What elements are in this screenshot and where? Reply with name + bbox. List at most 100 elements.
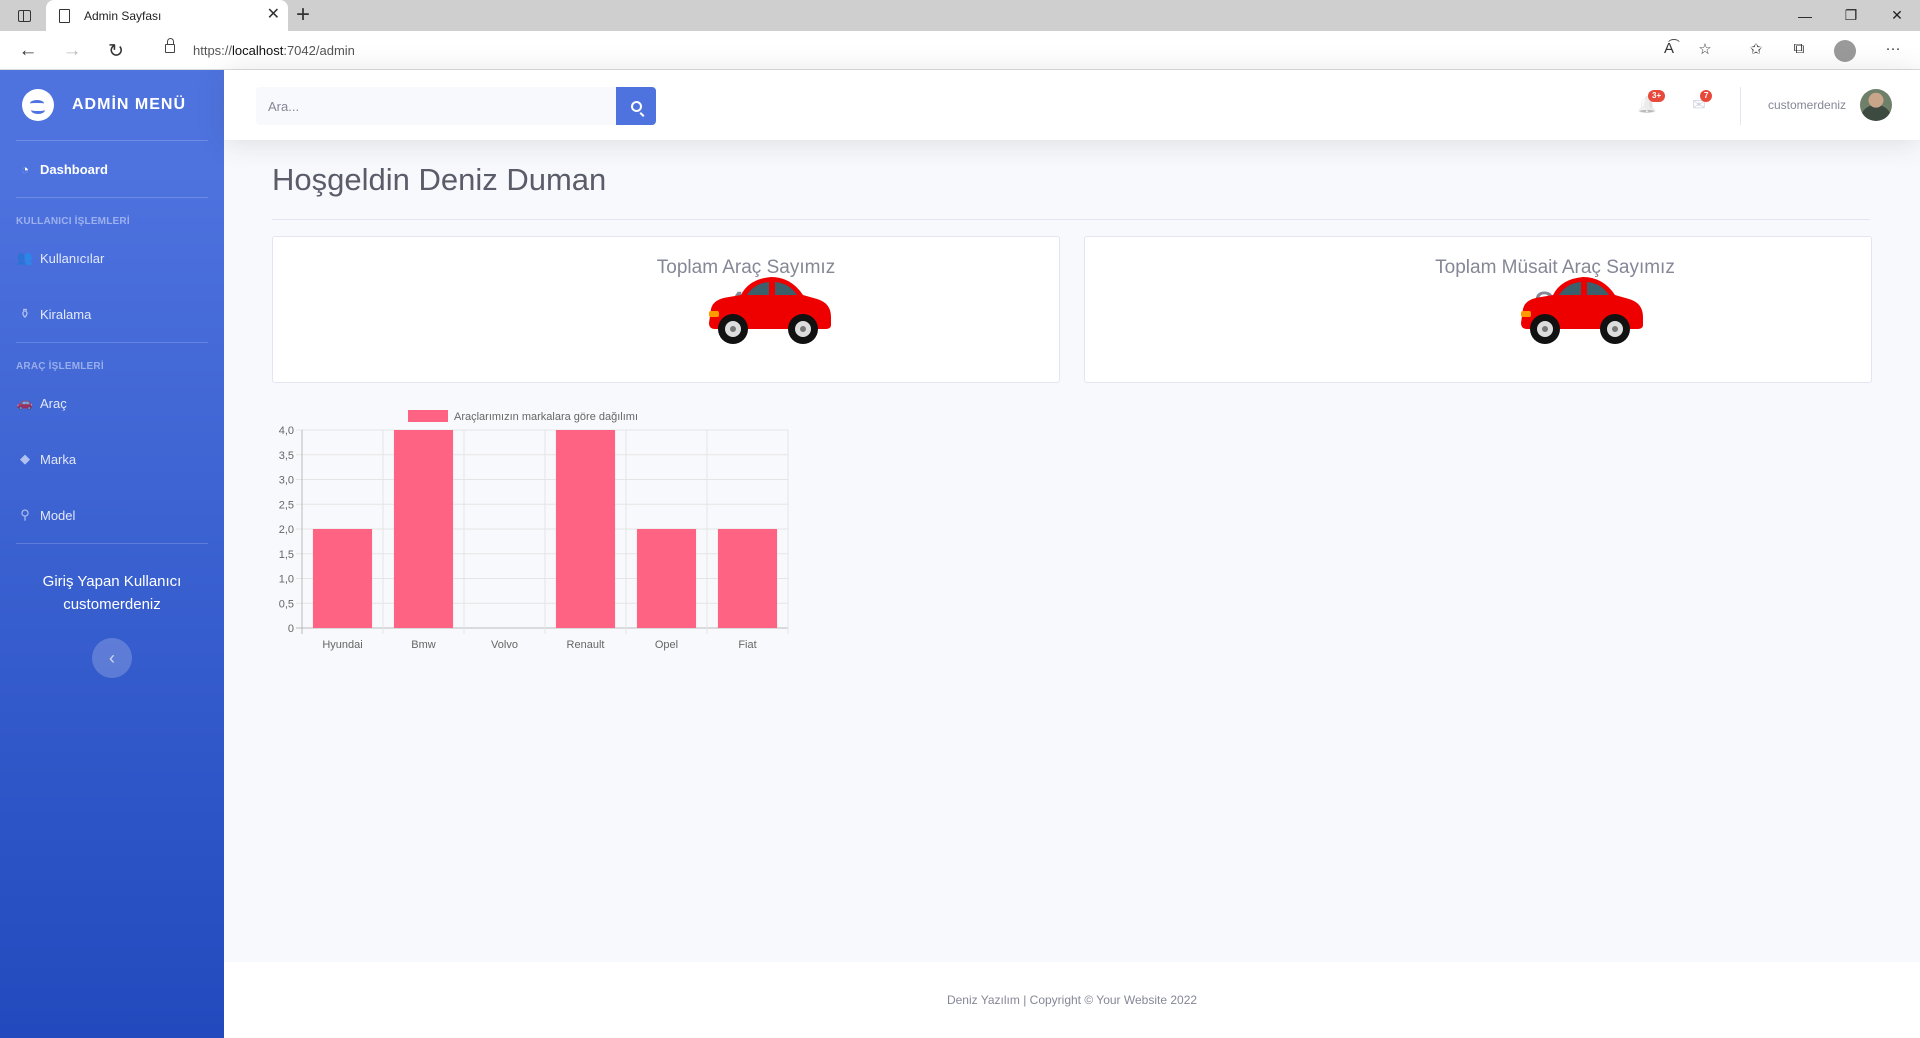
- window-controls: — ❐ ✕: [1782, 0, 1920, 31]
- new-tab-icon[interactable]: +: [296, 2, 310, 28]
- chart-bar: [636, 529, 697, 628]
- page-icon: [59, 9, 70, 23]
- favorite-icon[interactable]: ☆: [1692, 40, 1718, 58]
- page-title: Hoşgeldin Deniz Duman: [272, 162, 607, 197]
- y-tick-label: 1,0: [279, 574, 294, 586]
- address-bar: ← → ↻ https://localhost:7042/admin A͡ ☆ …: [0, 31, 1920, 70]
- y-tick-label: 0: [288, 623, 294, 635]
- browser-tab-strip: Admin Sayfası ✕ + — ❐ ✕: [0, 0, 1920, 31]
- read-aloud-icon[interactable]: A͡: [1656, 40, 1682, 57]
- sidebar-item-label: Model: [40, 507, 76, 523]
- sidebar-item-users[interactable]: 👥 Kullanıcılar: [0, 230, 224, 286]
- more-icon[interactable]: ···: [1880, 40, 1906, 57]
- logged-in-label: Giriş Yapan Kullanıcı: [42, 573, 182, 590]
- x-tick-label: Hyundai: [322, 639, 362, 651]
- users-icon: 👥: [16, 250, 34, 265]
- x-tick-label: Volvo: [491, 639, 518, 651]
- dashboard-icon: ◔: [21, 161, 29, 177]
- y-tick-label: 2,0: [279, 524, 294, 536]
- sidebar-heading-users: KULLANICI İŞLEMLERİ: [16, 216, 130, 227]
- topbar-divider: [1740, 87, 1741, 125]
- tab-close-icon[interactable]: ✕: [267, 5, 280, 25]
- y-tick-label: 2,5: [279, 499, 294, 511]
- chart-bar: [555, 430, 616, 628]
- x-tick-label: Fiat: [738, 639, 756, 651]
- bar-chart-svg: Araçlarımızın markalara göre dağılımı 0 0,…: [279, 410, 789, 651]
- search-input[interactable]: [256, 87, 616, 125]
- footer-copyright: Deniz Yazılım | Copyright © Your Website…: [946, 993, 1198, 1007]
- topbar-username[interactable]: customerdeniz: [1768, 98, 1846, 112]
- brand-distribution-chart: Araçlarımızın markalara göre dağılımı 0 0,…: [272, 402, 792, 662]
- window-close-icon[interactable]: ✕: [1874, 0, 1920, 31]
- chart-bar: [717, 529, 778, 628]
- available-cars-card: Toplam Müsait Araç Sayımız 39: [1084, 236, 1872, 383]
- favorites-icon[interactable]: ✩: [1743, 40, 1769, 58]
- sidebar-item-label: Araç: [40, 395, 67, 411]
- url-host: localhost: [232, 43, 284, 58]
- url-prefix: https://: [193, 43, 233, 58]
- brand-logo-icon: [22, 89, 54, 121]
- sidebar-toggle-button[interactable]: ‹: [92, 638, 132, 678]
- sidebar-item-label: Dashboard: [40, 161, 108, 177]
- avatar[interactable]: [1860, 89, 1892, 121]
- sidebar-brand[interactable]: ADMİN MENÜ: [0, 70, 224, 140]
- chart-bar: [312, 529, 373, 628]
- diamond-icon: ◆: [20, 451, 30, 466]
- lock-icon[interactable]: [165, 38, 175, 53]
- back-icon[interactable]: ←: [14, 38, 42, 64]
- search-button[interactable]: [616, 87, 656, 125]
- reload-icon[interactable]: ↻: [102, 38, 130, 64]
- car-icon: [709, 277, 831, 344]
- tab-title: Admin Sayfası: [84, 9, 162, 23]
- x-tick-label: Opel: [655, 639, 678, 651]
- messages-counter-badge: 7: [1700, 90, 1713, 102]
- sidebar-item-dashboard[interactable]: ◔ Dashboard: [0, 141, 224, 197]
- minimize-icon[interactable]: —: [1782, 0, 1828, 31]
- legend-swatch: [408, 410, 448, 422]
- collections-icon[interactable]: ⧉: [1786, 40, 1812, 57]
- browser-tab[interactable]: Admin Sayfası ✕: [46, 0, 288, 31]
- url-path: :7042/admin: [283, 43, 355, 58]
- sidebar-heading-cars: ARAÇ İŞLEMLERİ: [16, 361, 104, 372]
- sidebar-item-rental[interactable]: ⚱ Kiralama: [0, 286, 224, 342]
- y-tick-label: 3,5: [279, 450, 294, 462]
- messages-dropdown[interactable]: ✉ 7: [1688, 90, 1713, 116]
- sidebar-item-label: Kullanıcılar: [40, 250, 105, 266]
- total-cars-card: Toplam Araç Sayımız 44: [272, 236, 1060, 383]
- sidebar-item-label: Marka: [40, 451, 77, 467]
- url-field[interactable]: https://localhost:7042/admin: [145, 35, 1725, 65]
- brand-text: ADMİN MENÜ: [72, 96, 186, 113]
- y-tick-label: 0,5: [279, 598, 294, 610]
- logged-in-user-panel: Giriş Yapan Kullanıcı customerdeniz: [0, 570, 224, 616]
- restore-icon[interactable]: ❐: [1828, 0, 1874, 31]
- sidebar-item-brand[interactable]: ◆ Marka: [0, 431, 224, 487]
- legend-label: Araçlarımızın markalara göre dağılımı: [454, 411, 638, 423]
- sidebar: ADMİN MENÜ ◔ Dashboard KULLANICI İŞLEMLE…: [0, 70, 224, 1038]
- title-divider: [272, 219, 1870, 220]
- sidebar-item-label: Kiralama: [40, 306, 92, 322]
- footer: Deniz Yazılım | Copyright © Your Website…: [224, 962, 1920, 1038]
- car-icon: [1521, 277, 1643, 344]
- rental-icon: ⚱: [19, 306, 31, 321]
- url-text: https://localhost:7042/admin: [193, 43, 355, 58]
- sidebar-item-car[interactable]: 🚗 Araç: [0, 375, 224, 431]
- car-icon: 🚗: [16, 395, 34, 410]
- chart-bar: [393, 430, 454, 628]
- sidebar-divider: [16, 543, 208, 544]
- x-tick-label: Bmw: [411, 639, 436, 651]
- tab-actions-icon[interactable]: [12, 6, 36, 26]
- sidebar-item-model[interactable]: ⚲ Model: [0, 487, 224, 543]
- logged-in-username: customerdeniz: [63, 596, 161, 613]
- profile-icon[interactable]: [1834, 40, 1856, 62]
- y-tick-label: 1,5: [279, 549, 294, 561]
- model-icon: ⚲: [20, 507, 30, 522]
- search-icon: [630, 100, 642, 112]
- x-tick-label: Renault: [567, 639, 605, 651]
- forward-icon[interactable]: →: [58, 38, 86, 64]
- y-tick-label: 4,0: [279, 425, 294, 437]
- alerts-dropdown[interactable]: 🔔 3+: [1636, 90, 1666, 116]
- alerts-counter-badge: 3+: [1648, 90, 1666, 102]
- search-group: [256, 87, 656, 125]
- topbar: 🔔 3+ ✉ 7 customerdeniz: [224, 70, 1920, 140]
- y-tick-label: 3,0: [279, 475, 294, 487]
